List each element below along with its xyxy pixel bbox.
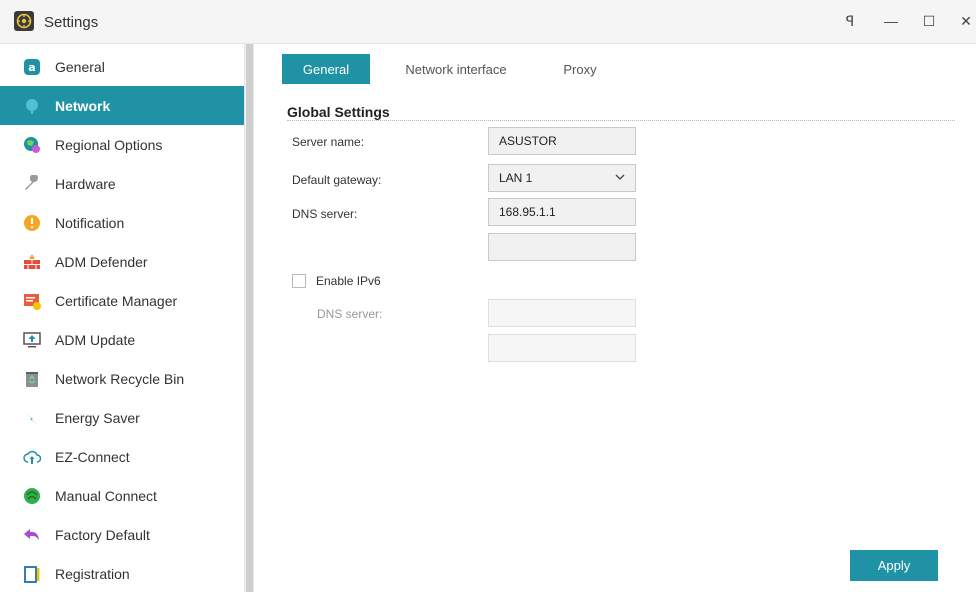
dns-server-value-1: 168.95.1.1 — [499, 205, 556, 219]
sidebar-item-ez-connect[interactable]: EZ-Connect — [0, 437, 244, 476]
sidebar-item-label: Network — [55, 97, 111, 114]
sidebar-item-label: Certificate Manager — [55, 292, 178, 309]
ipv6-dns-server-label: DNS server: — [317, 307, 383, 321]
maximize-button[interactable]: ☐ — [917, 9, 941, 33]
pin-button[interactable]: ꟼ — [838, 9, 862, 33]
sidebar-item-label: Energy Saver — [55, 409, 140, 426]
sidebar-item-label: EZ-Connect — [55, 448, 130, 465]
section-title: Global Settings — [287, 104, 390, 120]
update-icon — [22, 330, 42, 350]
server-name-field[interactable]: ASUSTOR — [488, 127, 636, 155]
dns-server-label: DNS server: — [292, 207, 358, 221]
tab-label: General — [302, 61, 350, 77]
sidebar-item-label: Registration — [55, 565, 130, 582]
default-gateway-label: Default gateway: — [292, 173, 382, 187]
wrench-icon — [22, 174, 42, 194]
pin-icon: ꟼ — [845, 12, 855, 29]
settings-app-icon — [14, 11, 34, 31]
settings-window: Settings ꟼ — ☐ ✕ a General Network Regio… — [0, 0, 976, 592]
sidebar-item-registration[interactable]: Registration — [0, 554, 244, 592]
sidebar-item-hardware[interactable]: Hardware — [0, 164, 244, 203]
sidebar-scroll-thumb[interactable] — [246, 44, 253, 592]
close-icon: ✕ — [960, 12, 972, 29]
ipv6-dns-server-field-2[interactable] — [488, 334, 636, 362]
sidebar-item-manual-connect[interactable]: Manual Connect — [0, 476, 244, 515]
sidebar-item-label: ADM Defender — [55, 253, 148, 270]
sidebar-item-adm-update[interactable]: ADM Update — [0, 320, 244, 359]
server-name-label: Server name: — [292, 135, 365, 149]
sidebar-item-factory-default[interactable]: Factory Default — [0, 515, 244, 554]
sidebar: a General Network Regional Options Hardw… — [0, 44, 244, 592]
tab-network-interface[interactable]: Network interface — [382, 54, 530, 84]
default-gateway-select[interactable]: LAN 1 — [488, 164, 636, 192]
globe-icon — [22, 135, 42, 155]
recycle-bin-icon — [22, 369, 42, 389]
sidebar-item-general[interactable]: a General — [0, 47, 244, 86]
enable-ipv6-checkbox[interactable] — [292, 274, 306, 288]
general-icon: a — [22, 57, 42, 77]
window-title: Settings — [44, 14, 99, 31]
lightning-icon — [22, 408, 42, 428]
sidebar-item-notification[interactable]: Notification — [0, 203, 244, 242]
sidebar-item-label: Hardware — [55, 175, 116, 192]
close-button[interactable]: ✕ — [954, 9, 976, 33]
minimize-icon: — — [884, 13, 898, 29]
sidebar-scrollbar[interactable] — [244, 44, 254, 592]
server-name-value: ASUSTOR — [499, 134, 557, 148]
sidebar-item-network-recycle-bin[interactable]: Network Recycle Bin — [0, 359, 244, 398]
enable-ipv6-label: Enable IPv6 — [316, 274, 381, 288]
minimize-button[interactable]: — — [879, 9, 903, 33]
sidebar-item-label: Manual Connect — [55, 487, 157, 504]
main-panel: General Network interface Proxy Global S… — [254, 44, 976, 592]
ipv6-dns-server-field-1[interactable] — [488, 299, 636, 327]
apply-button[interactable]: Apply — [850, 550, 938, 581]
sidebar-item-regional-options[interactable]: Regional Options — [0, 125, 244, 164]
cloud-upload-icon — [22, 447, 42, 467]
sidebar-item-label: Network Recycle Bin — [55, 370, 185, 387]
sidebar-item-adm-defender[interactable]: ADM Defender — [0, 242, 244, 281]
default-gateway-value: LAN 1 — [499, 171, 533, 185]
sidebar-item-label: Regional Options — [55, 136, 163, 153]
undo-icon — [22, 525, 42, 545]
tab-label: Network interface — [405, 61, 507, 77]
tab-general[interactable]: General — [282, 54, 370, 84]
connect-icon — [22, 486, 42, 506]
sidebar-item-energy-saver[interactable]: Energy Saver — [0, 398, 244, 437]
sidebar-item-certificate-manager[interactable]: Certificate Manager — [0, 281, 244, 320]
chevron-down-icon — [615, 173, 625, 184]
certificate-icon — [22, 291, 42, 311]
alert-icon — [22, 213, 42, 233]
dns-server-field-1[interactable]: 168.95.1.1 — [488, 198, 636, 226]
dns-server-field-2[interactable] — [488, 233, 636, 261]
network-icon — [22, 96, 42, 116]
sidebar-item-label: ADM Update — [55, 331, 136, 348]
firewall-icon — [22, 252, 42, 272]
sidebar-item-label: Notification — [55, 214, 125, 231]
maximize-icon: ☐ — [922, 12, 936, 29]
section-divider — [287, 120, 955, 121]
sidebar-item-label: Factory Default — [55, 526, 150, 543]
sidebar-item-network[interactable]: Network — [0, 86, 244, 125]
svg-text:a: a — [28, 61, 35, 74]
tab-label: Proxy — [563, 61, 597, 77]
tab-proxy[interactable]: Proxy — [544, 54, 616, 84]
registration-icon — [22, 564, 42, 584]
title-bar: Settings ꟼ — ☐ ✕ — [0, 0, 976, 44]
sidebar-item-label: General — [55, 58, 105, 75]
